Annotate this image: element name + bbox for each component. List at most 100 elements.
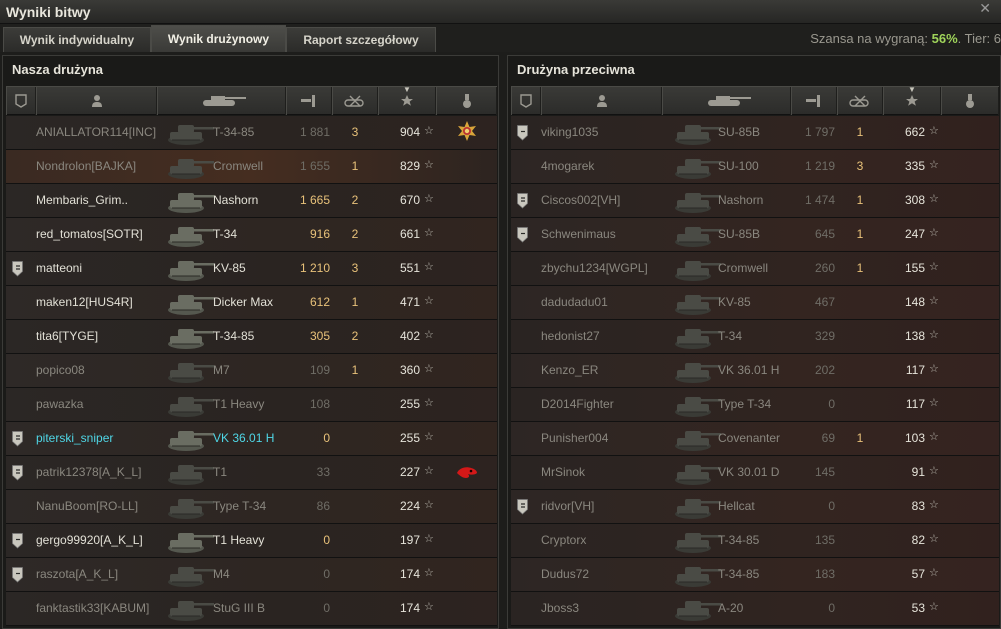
player-row[interactable]: zbychu1234[WGPL] Cromwell 260 1 155 ☆ <box>511 252 999 286</box>
damage-value: 0 <box>323 601 330 615</box>
player-row[interactable]: Nondrolon[BAJKA] Cromwell 1 655 1 829 ☆ <box>6 150 497 184</box>
col-xp[interactable]: ▼ <box>378 85 436 115</box>
player-name[interactable]: dadudadu01 <box>541 295 608 309</box>
player-row[interactable]: maken12[HUS4R] Dicker Max 612 1 471 ☆ <box>6 286 497 320</box>
col-kills[interactable] <box>837 87 883 115</box>
player-row[interactable]: hedonist27 T-34 329 138 ☆ <box>511 320 999 354</box>
player-name[interactable]: raszota[A_K_L] <box>36 567 118 581</box>
player-row[interactable]: viking1035 SU-85B 1 797 1 662 ☆ <box>511 116 999 150</box>
col-medal[interactable] <box>436 87 497 115</box>
col-badge[interactable] <box>511 87 541 115</box>
player-name[interactable]: piterski_sniper <box>36 431 113 445</box>
tank-name: Type T-34 <box>718 397 772 411</box>
col-kills[interactable] <box>332 87 378 115</box>
player-name[interactable]: tita6[TYGE] <box>36 329 98 343</box>
star-icon: ☆ <box>424 601 434 613</box>
player-row[interactable]: Membaris_Grim.. Nashorn 1 665 2 670 ☆ <box>6 184 497 218</box>
player-row[interactable]: tita6[TYGE] T-34-85 305 2 402 ☆ <box>6 320 497 354</box>
player-row[interactable]: popico08 M7 109 1 360 ☆ <box>6 354 497 388</box>
player-row[interactable]: MrSinok VK 30.01 D 145 91 ☆ <box>511 456 999 490</box>
tank-name: A-20 <box>718 601 744 615</box>
player-name[interactable]: Membaris_Grim.. <box>36 193 128 207</box>
col-tank[interactable] <box>157 87 286 115</box>
player-row[interactable]: matteoni KV-85 1 210 3 551 ☆ <box>6 252 497 286</box>
col-damage[interactable] <box>791 87 837 115</box>
player-name[interactable]: Cryptorx <box>541 533 586 547</box>
col-badge[interactable] <box>6 87 36 115</box>
xp-value: 82 <box>911 533 925 547</box>
tank-name: KV-85 <box>718 295 751 309</box>
player-row[interactable]: patrik12378[A_K_L] T1 33 227 ☆ <box>6 456 497 490</box>
player-row[interactable]: Schwenimaus SU-85B 645 1 247 ☆ <box>511 218 999 252</box>
tab-team[interactable]: Wynik drużynowy <box>151 25 286 52</box>
xp-value: 155 <box>904 261 925 275</box>
player-row[interactable]: Punisher004 Covenanter 69 1 103 ☆ <box>511 422 999 456</box>
medal-icon[interactable] <box>455 120 479 146</box>
player-row[interactable]: red_tomatos[SOTR] T-34 916 2 661 ☆ <box>6 218 497 252</box>
player-name[interactable]: Nondrolon[BAJKA] <box>36 159 136 173</box>
player-name[interactable]: fanktastik33[KABUM] <box>36 601 149 615</box>
col-player[interactable] <box>36 87 157 115</box>
player-name[interactable]: Punisher004 <box>541 431 608 445</box>
damage-value: 33 <box>316 465 330 479</box>
player-name[interactable]: gergo99920[A_K_L] <box>36 533 143 547</box>
player-row[interactable]: fanktastik33[KABUM] StuG III B 0 174 ☆ <box>6 592 497 626</box>
player-name[interactable]: Ciscos002[VH] <box>541 193 620 207</box>
player-name[interactable]: MrSinok <box>541 465 585 479</box>
player-name[interactable]: Schwenimaus <box>541 227 616 241</box>
player-name[interactable]: zbychu1234[WGPL] <box>541 261 648 275</box>
player-row[interactable]: pawazka T1 Heavy 108 255 ☆ <box>6 388 497 422</box>
player-row[interactable]: Kenzo_ER VK 36.01 H 202 117 ☆ <box>511 354 999 388</box>
player-name[interactable]: red_tomatos[SOTR] <box>36 227 143 241</box>
player-name[interactable]: matteoni <box>36 261 82 275</box>
player-row[interactable]: ANIALLATOR114[INC] T-34-85 1 881 3 904 ☆ <box>6 116 497 150</box>
tank-icon <box>671 561 723 589</box>
col-damage[interactable] <box>286 87 332 115</box>
player-name[interactable]: hedonist27 <box>541 329 600 343</box>
player-name[interactable]: NanuBoom[RO-LL] <box>36 499 138 513</box>
star-icon: ☆ <box>424 533 434 545</box>
win-chance-label: Szansa na wygraną: <box>810 31 928 46</box>
tank-icon <box>671 357 723 385</box>
player-row[interactable]: 4mogarek SU-100 1 219 3 335 ☆ <box>511 150 999 184</box>
star-icon: ☆ <box>929 601 939 613</box>
player-name[interactable]: pawazka <box>36 397 83 411</box>
xp-value: 148 <box>904 295 925 309</box>
player-name[interactable]: maken12[HUS4R] <box>36 295 133 309</box>
player-row[interactable]: dadudadu01 KV-85 467 148 ☆ <box>511 286 999 320</box>
player-name[interactable]: Kenzo_ER <box>541 363 598 377</box>
player-name[interactable]: Dudus72 <box>541 567 589 581</box>
tab-detailed-report[interactable]: Raport szczegółowy <box>286 27 436 52</box>
col-xp[interactable]: ▼ <box>883 85 941 115</box>
player-row[interactable]: Jboss3 A-20 0 53 ☆ <box>511 592 999 626</box>
damage-value: 202 <box>814 363 835 377</box>
player-name[interactable]: patrik12378[A_K_L] <box>36 465 141 479</box>
player-row[interactable]: Ciscos002[VH] Nashorn 1 474 1 308 ☆ <box>511 184 999 218</box>
player-name[interactable]: popico08 <box>36 363 85 377</box>
player-name[interactable]: D2014Fighter <box>541 397 614 411</box>
col-player[interactable] <box>541 87 662 115</box>
player-row[interactable]: NanuBoom[RO-LL] Type T-34 86 224 ☆ <box>6 490 497 524</box>
class-badge-icon <box>517 193 528 209</box>
player-name[interactable]: ridvor[VH] <box>541 499 594 513</box>
tab-individual[interactable]: Wynik indywidualny <box>3 27 151 52</box>
player-row[interactable]: raszota[A_K_L] M4 0 174 ☆ <box>6 558 497 592</box>
player-row[interactable]: gergo99920[A_K_L] T1 Heavy 0 197 ☆ <box>6 524 497 558</box>
player-name[interactable]: viking1035 <box>541 125 598 139</box>
player-name[interactable]: Jboss3 <box>541 601 579 615</box>
close-icon[interactable]: ✕ <box>979 0 991 17</box>
tank-name: Nashorn <box>718 193 764 207</box>
tank-icon <box>671 187 723 215</box>
kills-value: 1 <box>856 125 864 139</box>
player-row[interactable]: ridvor[VH] Hellcat 0 83 ☆ <box>511 490 999 524</box>
player-name[interactable]: ANIALLATOR114[INC] <box>36 125 156 139</box>
player-name[interactable]: 4mogarek <box>541 159 594 173</box>
medal-icon[interactable] <box>455 460 479 486</box>
player-row[interactable]: piterski_sniper VK 36.01 H 0 255 ☆ <box>6 422 497 456</box>
player-row[interactable]: Cryptorx T-34-85 135 82 ☆ <box>511 524 999 558</box>
col-medal[interactable] <box>941 87 999 115</box>
col-tank[interactable] <box>662 87 791 115</box>
player-row[interactable]: D2014Fighter Type T-34 0 117 ☆ <box>511 388 999 422</box>
player-row[interactable]: Dudus72 T-34-85 183 57 ☆ <box>511 558 999 592</box>
damage-value: 0 <box>323 567 330 581</box>
